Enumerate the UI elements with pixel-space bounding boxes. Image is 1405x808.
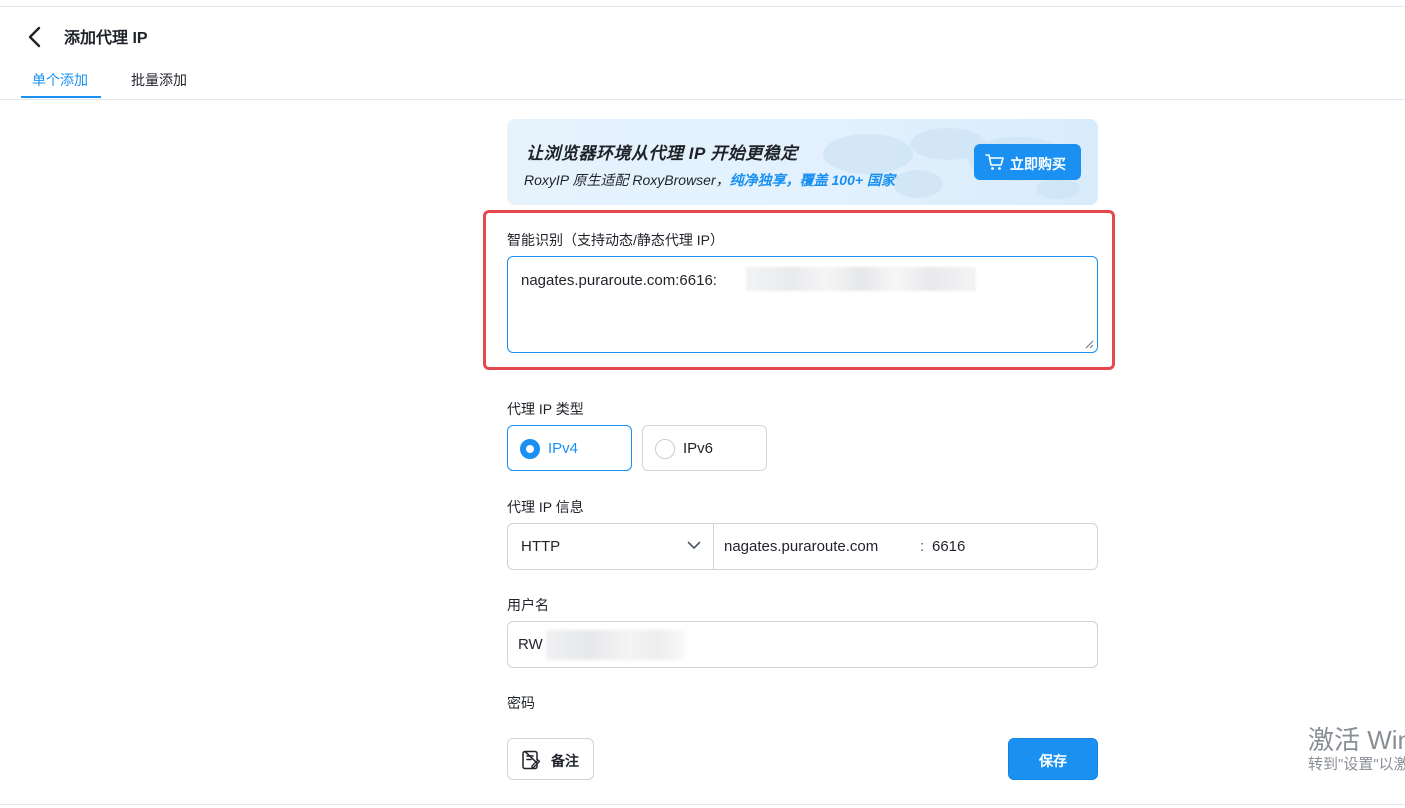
page-header: 添加代理 IP [0,14,600,54]
protocol-value: HTTP [521,538,561,555]
smart-detect-value: nagates.puraroute.com:6616: [521,272,717,289]
radio-unchecked-icon [655,439,675,459]
username-value: RW [518,636,543,653]
host-value: nagates.puraroute.com [724,538,879,555]
save-button[interactable]: 保存 [1008,738,1098,780]
top-divider [0,6,1405,7]
banner-subtitle: RoxyIP 原生适配 RoxyBrowser，纯净独享，覆盖 100+ 国家 [524,170,895,190]
chevron-left-icon [28,26,41,48]
back-button[interactable] [22,24,48,50]
windows-activation-watermark: 激活 Windows 转到"设置"以激活 Windows。 [1308,720,1405,780]
proxy-type-label: 代理 IP 类型 [507,401,584,417]
banner-subtitle-highlight: 纯净独享，覆盖 100+ 国家 [729,172,895,188]
resize-handle-icon[interactable] [1085,340,1094,349]
smart-detect-textarea[interactable]: nagates.puraroute.com:6616: [507,256,1098,353]
watermark-line-2: 转到"设置"以激活 Windows。 [1308,756,1405,773]
banner-title: 让浏览器环境从代理 IP 开始更稳定 [526,144,798,163]
buy-now-label: 立即购买 [1010,156,1066,172]
host-port-separator: : [920,538,925,555]
promo-banner: 让浏览器环境从代理 IP 开始更稳定 RoxyIP 原生适配 RoxyBrows… [507,119,1098,205]
banner-subtitle-prefix: RoxyIP 原生适配 RoxyBrowser， [524,172,730,188]
host-input[interactable]: nagates.puraroute.com [714,524,909,569]
redacted-credentials [746,267,976,291]
buy-now-button[interactable]: 立即购买 [974,144,1081,180]
note-icon [522,750,540,770]
save-button-label: 保存 [1039,753,1067,769]
cart-icon [985,154,1004,170]
radio-ipv4[interactable]: IPv4 [507,425,632,471]
active-tab-indicator [21,96,101,98]
port-input[interactable]: 6616 [928,524,1096,569]
username-label: 用户名 [507,597,549,613]
port-value: 6616 [932,538,966,555]
radio-ipv6[interactable]: IPv6 [642,425,767,471]
tab-batch-add[interactable]: 批量添加 [131,70,187,90]
protocol-select[interactable]: HTTP [508,524,714,569]
username-input[interactable]: RW [507,621,1098,668]
smart-detect-label: 智能识别（支持动态/静态代理 IP） [507,232,725,248]
chevron-down-icon [687,541,701,549]
proxy-info-row: HTTP nagates.puraroute.com : 6616 [507,523,1098,570]
watermark-line-1: 激活 Windows [1308,725,1405,755]
radio-ipv6-label: IPv6 [683,440,714,457]
note-button[interactable]: 备注 [507,738,594,780]
note-button-label: 备注 [551,753,579,769]
radio-ipv4-label: IPv4 [548,440,579,457]
redacted-username [546,630,686,660]
tab-bar: 单个添加 批量添加 [0,62,1405,100]
page-title: 添加代理 IP [64,30,148,47]
radio-checked-icon [520,439,540,459]
password-label: 密码 [507,695,535,711]
proxy-info-label: 代理 IP 信息 [507,499,584,515]
bottom-divider [0,804,1405,805]
tab-single-add[interactable]: 单个添加 [32,70,88,90]
